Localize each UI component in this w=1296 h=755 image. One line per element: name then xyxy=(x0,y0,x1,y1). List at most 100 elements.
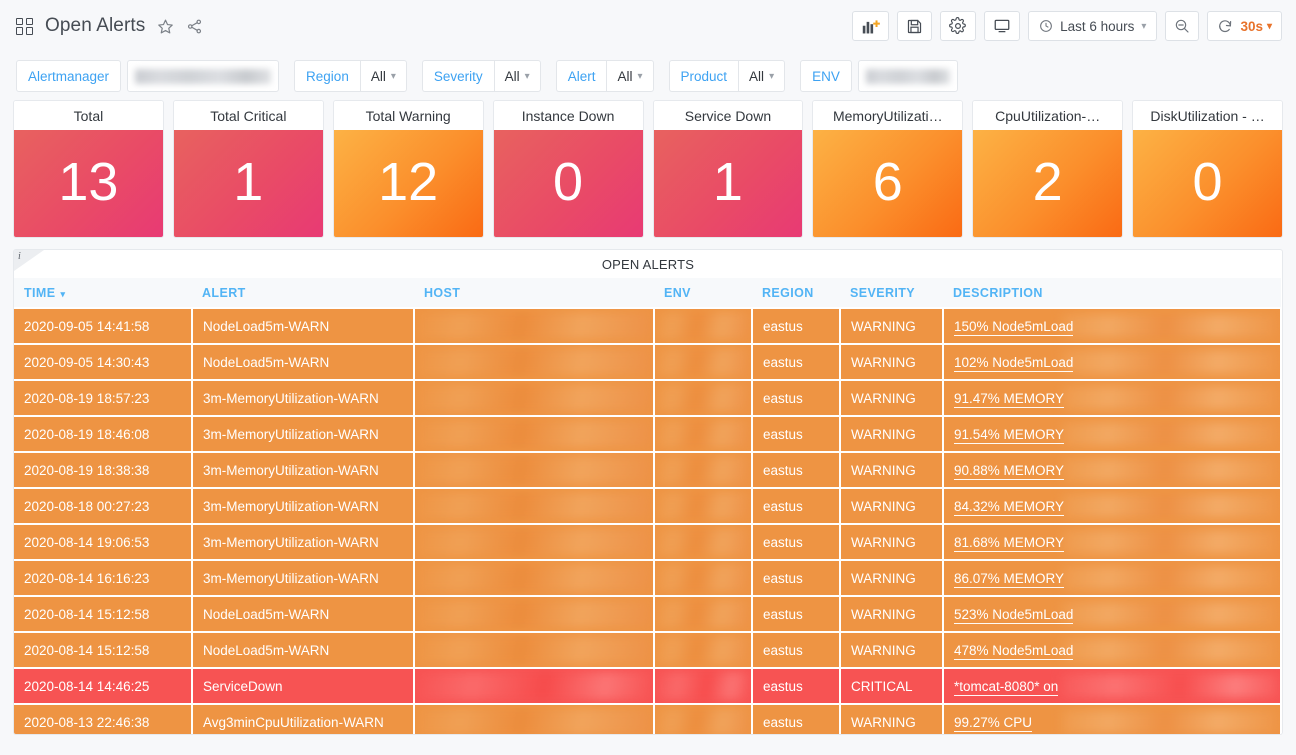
alerts-table: TIME ▾ ALERT HOST ENV REGION SEVERITY DES… xyxy=(14,278,1282,734)
stat-panel[interactable]: Total 13 xyxy=(13,100,164,238)
stat-panel-title: Instance Down xyxy=(493,101,643,130)
variable-value-dropdown[interactable]: All ▾ xyxy=(493,60,541,92)
add-panel-button[interactable] xyxy=(852,11,890,41)
redacted-value xyxy=(415,312,651,340)
table-row[interactable]: 2020-09-05 14:30:43 NodeLoad5m-WARN eastus… xyxy=(14,343,1282,381)
table-row[interactable]: 2020-08-14 16:16:23 3m-MemoryUtilization-… xyxy=(14,559,1282,597)
cell-description[interactable]: 99.27% CPU xyxy=(943,703,1282,734)
table-row[interactable]: 2020-09-05 14:41:58 NodeLoad5m-WARN eastus… xyxy=(14,307,1282,345)
stat-panel[interactable]: Instance Down 0 xyxy=(492,100,644,238)
stat-panel[interactable]: CpuUtilization-… 2 xyxy=(972,100,1124,238)
stat-panel[interactable]: MemoryUtilizati… 6 xyxy=(812,100,964,238)
description-link[interactable]: 150% Node5mLoad xyxy=(954,318,1074,336)
kiosk-mode-button[interactable] xyxy=(984,11,1021,41)
chevron-down-icon: ▾ xyxy=(60,288,66,299)
variable-value-dropdown[interactable]: All ▾ xyxy=(606,60,654,92)
variable-value-dropdown[interactable]: All ▾ xyxy=(738,60,786,92)
cell-description[interactable]: 84.32% MEMORY xyxy=(943,487,1282,525)
column-header-alert[interactable]: ALERT xyxy=(192,278,414,309)
open-alerts-panel: i OPEN ALERTS TIME ▾ ALERT HOST ENV REGIO… xyxy=(13,249,1283,735)
cell-time: 2020-09-05 14:30:43 xyxy=(14,343,193,381)
table-row[interactable]: 2020-08-18 00:27:23 3m-MemoryUtilization-… xyxy=(14,487,1282,525)
table-row[interactable]: 2020-08-14 15:12:58 NodeLoad5m-WARN eastus… xyxy=(14,595,1282,633)
cell-time: 2020-08-14 14:46:25 xyxy=(14,667,193,705)
cell-env-redacted xyxy=(654,307,753,345)
cell-description[interactable]: 90.88% MEMORY xyxy=(943,451,1282,489)
dashboard-settings-button[interactable] xyxy=(940,11,977,41)
cell-host-redacted xyxy=(414,595,655,633)
table-row[interactable]: 2020-08-19 18:46:08 3m-MemoryUtilization-… xyxy=(14,415,1282,453)
cell-description[interactable]: 150% Node5mLoad xyxy=(943,307,1282,345)
cell-region: eastus xyxy=(752,487,841,525)
table-row[interactable]: 2020-08-19 18:57:23 3m-MemoryUtilization-… xyxy=(14,379,1282,417)
redacted-value xyxy=(135,68,272,84)
cell-description[interactable]: *tomcat-8080* on xyxy=(943,667,1282,705)
redacted-value xyxy=(1062,566,1278,590)
refresh-control[interactable]: 30s ▾ xyxy=(1207,11,1282,41)
stat-panel-title: Total Critical xyxy=(173,101,323,130)
column-header-description[interactable]: DESCRIPTION xyxy=(943,278,1281,309)
cell-description[interactable]: 102% Node5mLoad xyxy=(943,343,1282,381)
redacted-value xyxy=(415,708,651,734)
column-header-env[interactable]: ENV xyxy=(654,278,752,309)
table-row[interactable]: 2020-08-14 15:12:58 NodeLoad5m-WARN eastus… xyxy=(14,631,1282,669)
save-dashboard-button[interactable] xyxy=(897,11,933,41)
table-row[interactable]: 2020-08-13 22:46:38 Avg3minCpuUtilization… xyxy=(14,703,1282,734)
stat-panel-value: 2 xyxy=(973,130,1123,237)
description-link[interactable]: *tomcat-8080* on xyxy=(954,678,1059,696)
column-header-region[interactable]: REGION xyxy=(752,278,840,309)
table-row[interactable]: 2020-08-14 14:46:25 ServiceDown eastus CRIT… xyxy=(14,667,1282,705)
description-link[interactable]: 86.07% MEMORY xyxy=(954,570,1065,588)
description-link[interactable]: 478% Node5mLoad xyxy=(954,642,1074,660)
cell-region: eastus xyxy=(752,523,841,561)
stat-panel[interactable]: Service Down 1 xyxy=(652,100,804,238)
column-header-host[interactable]: HOST xyxy=(414,278,654,309)
cell-description[interactable]: 91.47% MEMORY xyxy=(943,379,1282,417)
description-link[interactable]: 102% Node5mLoad xyxy=(954,354,1074,372)
variable-value-redacted[interactable] xyxy=(127,60,280,92)
column-label: TIME xyxy=(24,285,56,300)
refresh-icon[interactable] xyxy=(1208,18,1240,34)
cell-region: eastus xyxy=(752,415,841,453)
column-header-severity[interactable]: SEVERITY xyxy=(840,278,943,309)
column-header-time[interactable]: TIME ▾ xyxy=(14,278,192,309)
cell-host-redacted xyxy=(414,703,655,734)
cell-description[interactable]: 478% Node5mLoad xyxy=(943,631,1282,669)
redacted-value xyxy=(1062,638,1278,662)
panel-info-icon[interactable]: i xyxy=(14,250,44,271)
cell-description[interactable]: 523% Node5mLoad xyxy=(943,595,1282,633)
time-range-picker[interactable]: Last 6 hours ▾ xyxy=(1028,11,1158,41)
description-link[interactable]: 91.54% MEMORY xyxy=(954,426,1065,444)
cell-description[interactable]: 81.68% MEMORY xyxy=(943,523,1282,561)
table-row[interactable]: 2020-08-19 18:38:38 3m-MemoryUtilization-… xyxy=(14,451,1282,489)
cell-time: 2020-08-14 15:12:58 xyxy=(14,595,193,633)
stat-panel[interactable]: Total Warning 12 xyxy=(332,100,484,238)
variable-label: ENV xyxy=(800,60,852,92)
cell-description[interactable]: 91.54% MEMORY xyxy=(943,415,1282,453)
description-link[interactable]: 91.47% MEMORY xyxy=(954,390,1065,408)
tv-monitor-icon xyxy=(994,19,1010,33)
description-link[interactable]: 81.68% MEMORY xyxy=(954,534,1065,552)
table-row[interactable]: 2020-08-14 19:06:53 3m-MemoryUtilization-… xyxy=(14,523,1282,561)
share-icon[interactable] xyxy=(186,18,203,35)
stat-panel-value: 1 xyxy=(173,130,323,237)
variable-value-redacted[interactable] xyxy=(857,60,958,92)
refresh-interval[interactable]: 30s ▾ xyxy=(1240,19,1281,34)
cell-env-redacted xyxy=(654,559,753,597)
star-icon[interactable] xyxy=(157,18,174,35)
variable-value-dropdown[interactable]: All ▾ xyxy=(359,60,407,92)
cell-region: eastus xyxy=(752,631,841,669)
stat-panel-value: 6 xyxy=(813,130,963,237)
zoom-out-time-button[interactable] xyxy=(1165,11,1200,41)
stat-panel[interactable]: Total Critical 1 xyxy=(172,100,324,238)
page-title: Open Alerts xyxy=(45,15,146,36)
cell-description[interactable]: 86.07% MEMORY xyxy=(943,559,1282,597)
navbar-left: Open Alerts xyxy=(16,15,203,37)
stat-panel[interactable]: DiskUtilization - … 0 xyxy=(1132,100,1283,238)
description-link[interactable]: 84.32% MEMORY xyxy=(954,498,1065,516)
description-link[interactable]: 523% Node5mLoad xyxy=(954,606,1074,624)
cell-severity: WARNING xyxy=(840,523,944,561)
description-link[interactable]: 99.27% CPU xyxy=(954,714,1033,732)
description-link[interactable]: 90.88% MEMORY xyxy=(954,462,1065,480)
variable-alert: Alert All ▾ xyxy=(555,60,654,92)
